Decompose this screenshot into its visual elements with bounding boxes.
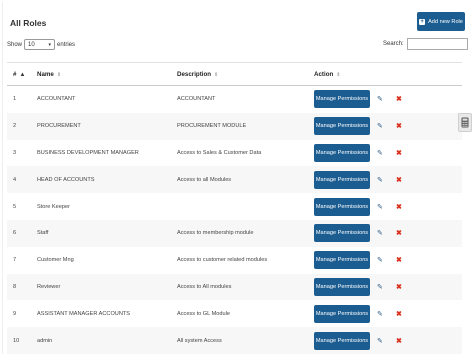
- role-description: Access to GL Module: [177, 310, 230, 317]
- role-description: Access to all Modules: [177, 176, 232, 183]
- entries-length-control: Show 10 ▾ entries: [7, 39, 75, 50]
- row-number: 1: [13, 96, 17, 103]
- row-number: 5: [13, 203, 17, 210]
- sort-asc-icon: ▲: [19, 72, 26, 78]
- role-description: Access to membership module: [177, 230, 254, 237]
- sort-icon: ⇕: [56, 72, 62, 78]
- close-icon[interactable]: ✖: [396, 337, 402, 345]
- row-number: 4: [13, 176, 17, 183]
- entries-select-value: 10: [28, 41, 35, 48]
- close-icon[interactable]: ✖: [396, 122, 402, 130]
- manage-permissions-button[interactable]: Manage Permissions: [314, 170, 370, 189]
- table-row: 3 BUSINESS DEVELOPMENT MANAGER Access to S…: [7, 140, 462, 167]
- manage-permissions-button[interactable]: Manage Permissions: [314, 90, 370, 109]
- close-icon[interactable]: ✖: [396, 95, 402, 103]
- add-new-role-button[interactable]: + Add new Role: [417, 12, 465, 31]
- close-icon[interactable]: ✖: [396, 310, 402, 318]
- manage-permissions-button[interactable]: Manage Permissions: [314, 197, 370, 216]
- column-header-name-label: Name: [37, 71, 54, 78]
- column-header-description[interactable]: Description ⇕: [177, 71, 218, 78]
- close-icon[interactable]: ✖: [396, 229, 402, 237]
- close-icon[interactable]: ✖: [396, 256, 402, 264]
- role-name: ASSISTANT MANAGER ACCOUNTS: [37, 310, 131, 317]
- plus-icon: +: [419, 18, 426, 25]
- table-row: 1 ACCOUNTANT ACCOUNTANT Manage Permissions ✎…: [7, 86, 462, 113]
- row-number: 2: [13, 123, 17, 130]
- search-label: Search:: [383, 41, 404, 47]
- chevron-down-icon: ▾: [48, 41, 52, 48]
- role-description: Access to Sales & Customer Data: [177, 149, 262, 156]
- pencil-icon[interactable]: ✎: [377, 203, 383, 211]
- pencil-icon[interactable]: ✎: [377, 176, 383, 184]
- manage-permissions-button[interactable]: Manage Permissions: [314, 251, 370, 270]
- manage-permissions-button[interactable]: Manage Permissions: [314, 117, 370, 136]
- role-description: All system Access: [177, 337, 222, 344]
- search-control: Search:: [383, 38, 468, 50]
- role-name: ACCOUNTANT: [37, 96, 76, 103]
- close-icon[interactable]: ✖: [396, 149, 402, 157]
- row-number: 8: [13, 283, 17, 290]
- role-description: ACCOUNTANT: [177, 96, 216, 103]
- sort-icon: ⇕: [214, 72, 219, 78]
- row-number: 9: [13, 310, 17, 317]
- pencil-icon[interactable]: ✎: [377, 95, 383, 103]
- column-header-action[interactable]: Action ⇕: [314, 71, 340, 78]
- row-number: 7: [13, 257, 17, 264]
- manage-permissions-button[interactable]: Manage Permissions: [314, 143, 370, 162]
- column-header-description-label: Description: [177, 71, 212, 78]
- calculator-icon[interactable]: [458, 113, 472, 132]
- table-header: # ▲ Name ⇕ Description ⇕ Action ⇕: [7, 62, 462, 86]
- table-row: 9 ASSISTANT MANAGER ACCOUNTS Access to GL …: [7, 300, 462, 327]
- pencil-icon[interactable]: ✎: [377, 337, 383, 345]
- close-icon[interactable]: ✖: [396, 203, 402, 211]
- role-description: PROCUREMENT MODULE: [177, 123, 247, 130]
- role-name: PROCUREMENT: [37, 123, 81, 130]
- add-new-role-label: Add new Role: [428, 18, 463, 25]
- role-name: BUSINESS DEVELOPMENT MANAGER: [37, 149, 139, 156]
- show-label: Show: [7, 41, 23, 48]
- role-description: Access to customer related modules: [177, 257, 268, 264]
- manage-permissions-button[interactable]: Manage Permissions: [314, 331, 370, 350]
- pencil-icon[interactable]: ✎: [377, 149, 383, 157]
- table-row: 10 admin All system Access Manage Permissio…: [7, 327, 462, 354]
- close-icon[interactable]: ✖: [396, 176, 402, 184]
- close-icon[interactable]: ✖: [396, 283, 402, 291]
- table-row: 7 Customer Mng Access to customer related …: [7, 247, 462, 274]
- role-name: HEAD OF ACCOUNTS: [37, 176, 95, 183]
- table-row: 2 PROCUREMENT PROCUREMENT MODULE Manage Per…: [7, 112, 462, 140]
- row-number: 3: [13, 149, 17, 156]
- table-body: 1 ACCOUNTANT ACCOUNTANT Manage Permissions ✎…: [7, 86, 462, 354]
- role-description: Access to All modules: [177, 283, 232, 290]
- pencil-icon[interactable]: ✎: [377, 122, 383, 130]
- pencil-icon[interactable]: ✎: [377, 283, 383, 291]
- role-name: Staff: [37, 230, 49, 237]
- entries-label: entries: [57, 41, 76, 48]
- table-row: 4 HEAD OF ACCOUNTS Access to all Modules Ma…: [7, 166, 462, 194]
- page-title: All Roles: [10, 18, 47, 28]
- manage-permissions-button[interactable]: Manage Permissions: [314, 277, 370, 296]
- column-header-action-label: Action: [314, 71, 334, 78]
- sort-icon: ⇕: [336, 72, 341, 78]
- column-header-name[interactable]: Name ⇕: [37, 71, 61, 78]
- role-name: Reviewer: [37, 283, 61, 290]
- column-header-num-label: #: [13, 71, 17, 78]
- column-header-num[interactable]: # ▲: [13, 71, 25, 78]
- role-name: admin: [37, 337, 53, 344]
- search-input[interactable]: [406, 38, 468, 50]
- table-row: 8 Reviewer Access to All modules Manage Per…: [7, 273, 462, 301]
- role-name: Store Keeper: [37, 203, 70, 210]
- manage-permissions-button[interactable]: Manage Permissions: [314, 304, 370, 323]
- row-number: 10: [13, 337, 20, 344]
- pencil-icon[interactable]: ✎: [377, 229, 383, 237]
- pencil-icon[interactable]: ✎: [377, 256, 383, 264]
- entries-select[interactable]: 10 ▾: [24, 39, 56, 50]
- table-row: 5 Store Keeper Manage Permissions ✎ ✖: [7, 193, 462, 220]
- pencil-icon[interactable]: ✎: [377, 310, 383, 318]
- table-row: 6 Staff Access to membership module Manage …: [7, 219, 462, 247]
- row-number: 6: [13, 230, 17, 237]
- role-name: Customer Mng: [37, 257, 74, 264]
- manage-permissions-button[interactable]: Manage Permissions: [314, 224, 370, 243]
